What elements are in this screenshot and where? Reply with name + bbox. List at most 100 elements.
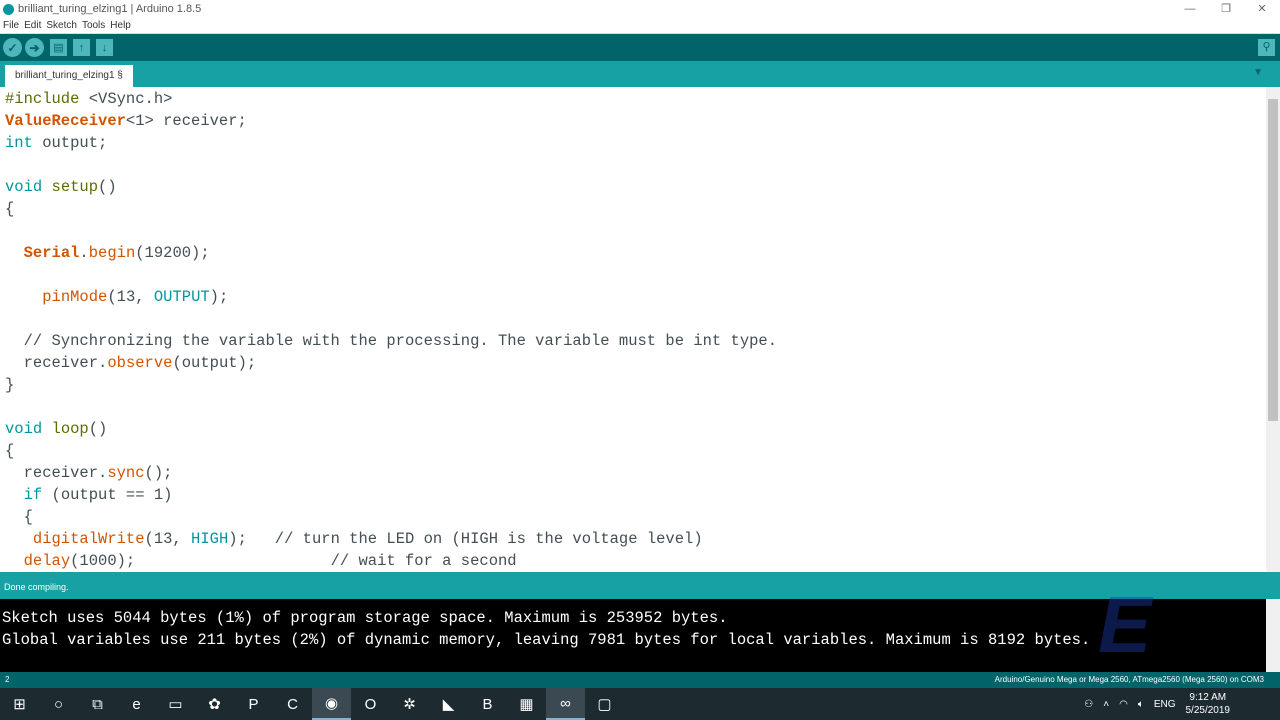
- minimize-button[interactable]: —: [1172, 0, 1208, 18]
- board-info: Arduino/Genuino Mega or Mega 2560, ATmeg…: [994, 675, 1264, 684]
- code-line: receiver.observe(output);: [0, 352, 1266, 374]
- taskbar-file-explorer-icon[interactable]: ▭: [156, 688, 195, 720]
- code-line: receiver.sync();: [0, 462, 1266, 484]
- show-hidden-icon[interactable]: ˄: [1103, 699, 1109, 710]
- taskbar-app6-icon[interactable]: ▢: [585, 688, 624, 720]
- serial-monitor-button[interactable]: ⚲: [1258, 39, 1275, 56]
- save-button[interactable]: ↓: [96, 39, 113, 56]
- language-indicator[interactable]: ENG: [1154, 699, 1176, 710]
- clock[interactable]: 9:12 AM 5/25/2019: [1186, 691, 1231, 717]
- tab-sketch[interactable]: brilliant_turing_elzing1 §: [5, 65, 133, 87]
- people-icon[interactable]: ⚇: [1084, 699, 1093, 710]
- upload-button[interactable]: ➔: [25, 38, 44, 57]
- code-line: int output;: [0, 132, 1266, 154]
- code-token: pinMode: [42, 288, 108, 306]
- taskbar-opera-icon[interactable]: O: [351, 688, 390, 720]
- maximize-button[interactable]: ❐: [1208, 0, 1244, 18]
- menu-sketch[interactable]: Sketch: [46, 20, 77, 31]
- verify-button[interactable]: ✓: [3, 38, 22, 57]
- console-line: Global variables use 211 bytes (2%) of d…: [2, 631, 1091, 649]
- taskbar-app-icon[interactable]: ✿: [195, 688, 234, 720]
- taskbar-start-icon[interactable]: ⊞: [0, 688, 39, 720]
- code-line: delay(1000); // wait for a second: [0, 550, 1266, 572]
- taskbar-chrome-icon[interactable]: ◉: [312, 688, 351, 720]
- menu-bar: File Edit Sketch Tools Help: [0, 18, 1280, 34]
- code-token: delay: [23, 552, 71, 570]
- watermark-logo: E: [1098, 580, 1152, 669]
- code-line: // Synchronizing the variable with the p…: [0, 330, 1266, 352]
- code-token: (output);: [172, 354, 257, 372]
- taskbar-camtasia-icon[interactable]: C: [273, 688, 312, 720]
- tab-menu-icon[interactable]: ▼: [1253, 67, 1263, 78]
- tab-bar: brilliant_turing_elzing1 § ▼: [0, 61, 1280, 87]
- taskbar-app5-icon[interactable]: ▦: [507, 688, 546, 720]
- status-bar: Done compiling.: [0, 572, 1280, 599]
- taskbar-task-view-icon[interactable]: ⧉: [78, 688, 117, 720]
- code-token: setup: [51, 178, 99, 196]
- taskbar-powerpoint-icon[interactable]: P: [234, 688, 273, 720]
- code-token: void: [5, 178, 43, 196]
- menu-tools[interactable]: Tools: [82, 20, 105, 31]
- code-token: receiver.: [5, 464, 108, 482]
- clock-date: 5/25/2019: [1185, 705, 1231, 716]
- taskbar-edge-icon[interactable]: e: [117, 688, 156, 720]
- code-line: if (output == 1): [0, 484, 1266, 506]
- taskbar-app4-icon[interactable]: B: [468, 688, 507, 720]
- code-token: ); // turn the LED on (HIGH is the volta…: [228, 530, 703, 548]
- code-token: {: [5, 442, 15, 460]
- code-token: #include: [5, 90, 80, 108]
- code-token: int: [5, 134, 33, 152]
- code-token: (13,: [107, 288, 154, 306]
- code-token: begin: [88, 244, 136, 262]
- new-button[interactable]: ▤: [50, 39, 67, 56]
- code-line: #include <VSync.h>: [0, 88, 1266, 110]
- code-token: OUTPUT: [153, 288, 210, 306]
- editor-scrollbar[interactable]: [1266, 87, 1280, 572]
- code-token: ValueReceiver: [5, 112, 126, 130]
- scrollbar-thumb[interactable]: [1268, 99, 1278, 421]
- menu-file[interactable]: File: [3, 20, 19, 31]
- taskbar-cortana-icon[interactable]: ○: [39, 688, 78, 720]
- menu-edit[interactable]: Edit: [24, 20, 41, 31]
- window-title: brilliant_turing_elzing1 | Arduino 1.8.5: [18, 3, 202, 15]
- toolbar: ✓ ➔ ▤ ↑ ↓ ⚲: [0, 34, 1280, 61]
- code-token: // Synchronizing the variable with the p…: [5, 332, 778, 350]
- code-token: void: [5, 420, 43, 438]
- open-button[interactable]: ↑: [73, 39, 90, 56]
- code-token: digitalWrite: [32, 530, 145, 548]
- code-token: );: [209, 288, 229, 306]
- menu-help[interactable]: Help: [110, 20, 131, 31]
- code-line: ValueReceiver<1> receiver;: [0, 110, 1266, 132]
- code-token: receiver.: [5, 354, 108, 372]
- taskbar-arduino-icon[interactable]: ∞: [546, 688, 585, 720]
- arduino-logo-icon: [3, 3, 14, 15]
- wifi-icon[interactable]: ◠: [1119, 699, 1128, 710]
- code-line: {: [0, 198, 1266, 220]
- console-scrollbar[interactable]: [1266, 599, 1280, 672]
- taskbar-app2-icon[interactable]: ✲: [390, 688, 429, 720]
- bottom-bar: 2 Arduino/Genuino Mega or Mega 2560, ATm…: [0, 672, 1280, 688]
- code-line: pinMode(13, OUTPUT);: [0, 286, 1266, 308]
- volume-icon[interactable]: 🔈︎: [1138, 699, 1144, 710]
- code-token: sync: [107, 464, 145, 482]
- code-token: (1000); // wait for a second: [70, 552, 517, 570]
- system-tray: ⚇ ˄ ◠ 🔈︎ ENG 9:12 AM 5/25/2019: [1084, 688, 1280, 720]
- code-editor[interactable]: #include <VSync.h> ValueReceiver<1> recei…: [0, 87, 1266, 572]
- code-token: {: [5, 200, 15, 218]
- code-token: Serial: [23, 244, 80, 262]
- close-button[interactable]: ✕: [1244, 0, 1280, 18]
- clock-time: 9:12 AM: [1189, 692, 1227, 703]
- title-bar: brilliant_turing_elzing1 | Arduino 1.8.5…: [0, 0, 1280, 18]
- code-token: (13,: [144, 530, 192, 548]
- code-line: }: [0, 374, 1266, 396]
- code-line: digitalWrite(13, HIGH); // turn the LED …: [0, 528, 1266, 550]
- taskbar-app3-icon[interactable]: ◣: [429, 688, 468, 720]
